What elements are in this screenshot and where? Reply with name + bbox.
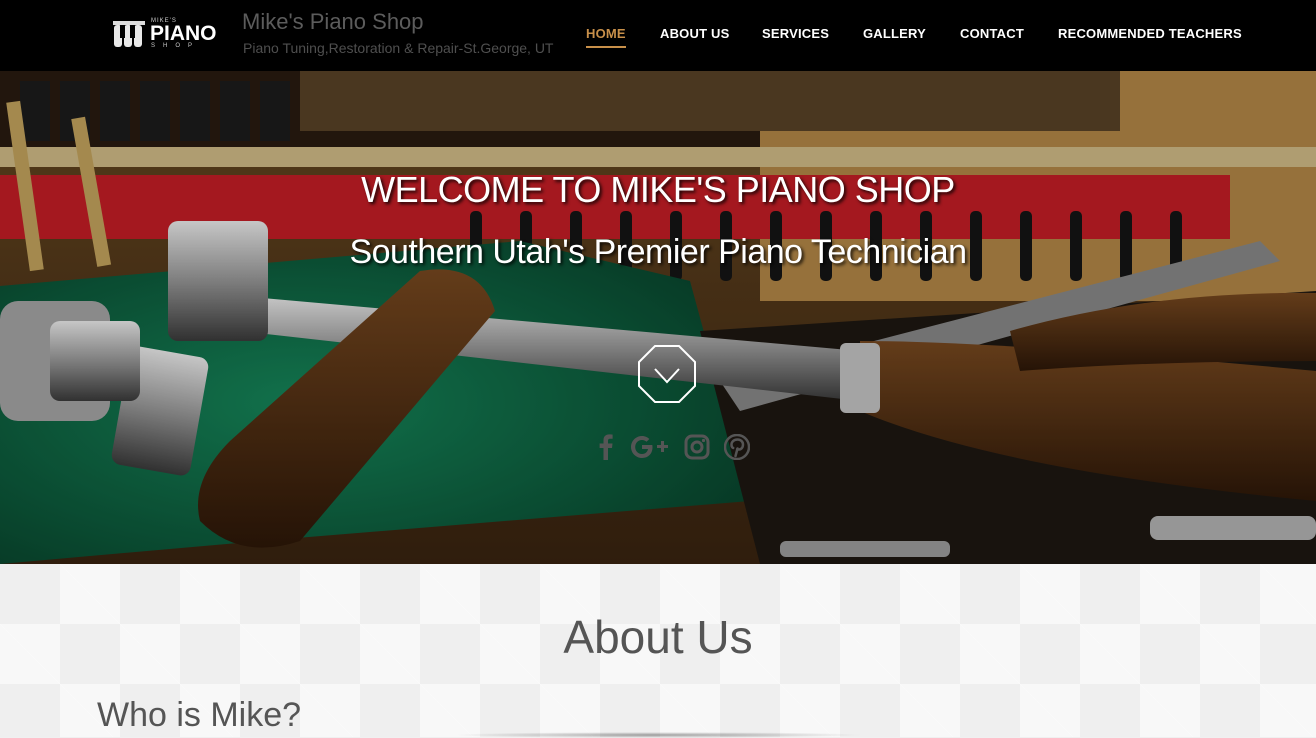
about-section: About Us Who is Mike? bbox=[0, 564, 1316, 738]
social-links bbox=[0, 433, 1316, 463]
about-title: About Us bbox=[563, 611, 753, 663]
pinterest-icon[interactable] bbox=[723, 433, 751, 461]
site-logo[interactable]: MIKE'S PIANO SHOP bbox=[111, 17, 219, 51]
facebook-icon[interactable] bbox=[592, 433, 620, 461]
nav-services[interactable]: SERVICES bbox=[762, 26, 829, 41]
site-header: MIKE'S PIANO SHOP Mike's Piano Shop Pian… bbox=[0, 0, 1316, 71]
nav-gallery[interactable]: GALLERY bbox=[863, 26, 926, 41]
nav-contact[interactable]: CONTACT bbox=[960, 26, 1024, 41]
hero-title: WELCOME TO MIKE'S PIANO SHOP bbox=[361, 169, 955, 210]
instagram-icon[interactable] bbox=[683, 433, 711, 461]
nav-home[interactable]: HOME bbox=[586, 26, 626, 48]
nav-recommended-teachers[interactable]: RECOMMENDED TEACHERS bbox=[1058, 26, 1242, 41]
google-plus-icon[interactable] bbox=[630, 433, 670, 461]
section-divider-shadow bbox=[452, 732, 864, 738]
site-tagline: Piano Tuning,Restoration & Repair-St.Geo… bbox=[243, 40, 554, 56]
logo-shop-text: SHOP bbox=[151, 43, 201, 49]
hero-banner: WELCOME TO MIKE'S PIANO SHOP Southern Ut… bbox=[0, 71, 1316, 564]
nav-about-us[interactable]: ABOUT US bbox=[660, 26, 730, 41]
site-title[interactable]: Mike's Piano Shop bbox=[242, 9, 424, 35]
scroll-down-chevron-icon[interactable] bbox=[638, 345, 696, 403]
piano-keys-logo-icon bbox=[113, 21, 145, 47]
hero-subtitle: Southern Utah's Premier Piano Technician bbox=[349, 233, 967, 271]
about-subtitle: Who is Mike? bbox=[97, 696, 302, 734]
piano-tools-background-image bbox=[0, 71, 1316, 564]
